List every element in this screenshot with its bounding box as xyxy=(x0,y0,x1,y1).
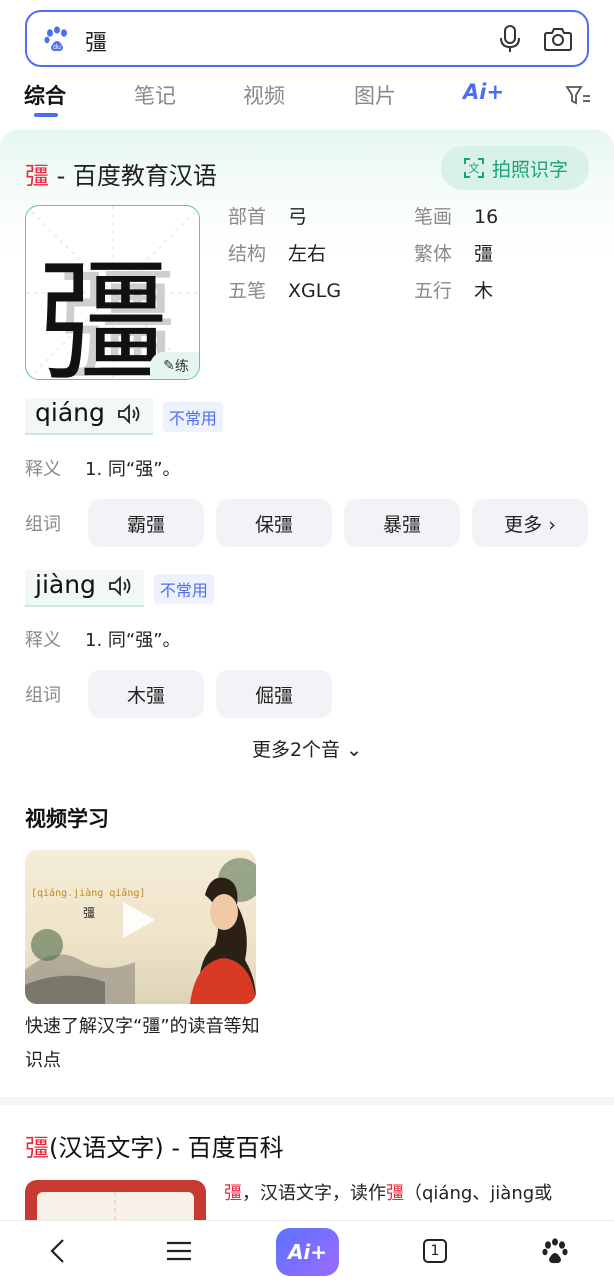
ai-assistant-button[interactable]: Ai+ xyxy=(276,1228,339,1276)
more-words-button[interactable]: 更多 › xyxy=(472,499,588,547)
card-title[interactable]: 彊 - 百度教育汉语 xyxy=(25,156,217,191)
tab-all[interactable]: 综合 xyxy=(24,80,66,110)
search-bar[interactable]: du 彊 xyxy=(25,10,589,67)
info-wuxing: 五行木 xyxy=(414,280,494,302)
photo-recognize-button[interactable]: 文 拍照识字 xyxy=(441,146,589,190)
svg-text:文: 文 xyxy=(468,161,479,175)
tab-images[interactable]: 图片 xyxy=(354,80,396,110)
info-radical: 部首弓 xyxy=(228,206,308,228)
info-traditional: 繁体彊 xyxy=(414,243,494,265)
tab-count: 1 xyxy=(430,1243,440,1259)
info-structure: 结构 左右 xyxy=(228,243,327,265)
character-glyph: 彊 xyxy=(38,246,170,380)
filter-icon[interactable] xyxy=(565,84,591,106)
video-scene xyxy=(25,858,256,1004)
word-chip[interactable]: 木彊 xyxy=(88,670,204,718)
video-char: 彊 xyxy=(83,906,96,920)
word-chip[interactable]: 霸彊 xyxy=(88,499,204,547)
menu-icon xyxy=(167,1241,191,1261)
baidu-paw-icon: du xyxy=(44,26,67,52)
baike-title[interactable]: 彊(汉语文字) - 百度百科 xyxy=(25,1128,284,1163)
bottom-nav: Ai+ 1 xyxy=(0,1220,614,1280)
baidu-paw-home-icon xyxy=(542,1238,568,1264)
tab-ai[interactable]: Ai+ xyxy=(463,80,504,104)
title-source: - 百度教育汉语 xyxy=(49,162,217,190)
video-section-title: 视频学习 xyxy=(25,807,109,831)
video-thumbnail[interactable]: [qiáng.jiàng qiǎng] 彊 xyxy=(25,850,256,1004)
word-chip[interactable]: 倔彊 xyxy=(216,670,332,718)
camera-icon[interactable] xyxy=(543,24,573,54)
practice-button[interactable]: ✎ 练 xyxy=(150,352,199,379)
microphone-icon[interactable] xyxy=(497,24,523,54)
tab-video[interactable]: 视频 xyxy=(243,80,285,110)
back-icon xyxy=(50,1239,64,1263)
title-char: 彊 xyxy=(25,162,49,190)
info-wubi: 五笔 XGLG xyxy=(228,280,342,302)
tabs-button[interactable]: 1 xyxy=(417,1233,453,1269)
character-writing-box[interactable]: 彊 彊 ✎ 练 xyxy=(25,205,200,380)
result-tabs: 综合 笔记 视频 图片 Ai+ xyxy=(0,80,614,120)
definition-row: 释义 1. 同“强”。 xyxy=(25,459,181,480)
word-chip[interactable]: 暴彊 xyxy=(344,499,460,547)
menu-button[interactable] xyxy=(161,1233,197,1269)
active-tab-indicator xyxy=(34,113,58,117)
tab-notes[interactable]: 笔记 xyxy=(134,80,176,110)
speaker-icon[interactable] xyxy=(108,575,134,597)
word-chip[interactable]: 保彊 xyxy=(216,499,332,547)
svg-text:du: du xyxy=(53,44,61,51)
info-strokes: 笔画 16 xyxy=(414,206,499,228)
video-pinyin: [qiáng.jiàng qiǎng] xyxy=(31,888,146,899)
scan-text-icon: 文 xyxy=(463,158,484,178)
dictionary-card: 彊 - 百度教育汉语 文 拍照识字 彊 彊 ✎ 练 部首弓 笔画 16 结构 左右 繁… xyxy=(0,130,614,1095)
back-button[interactable] xyxy=(40,1233,76,1269)
pinyin-text: qiáng xyxy=(25,398,153,435)
photo-recognize-label: 拍照识字 xyxy=(491,158,568,181)
pencil-icon: ✎ xyxy=(163,358,175,374)
pinyin-text: jiàng xyxy=(25,570,144,607)
rare-badge: 不常用 xyxy=(153,573,214,604)
practice-label: 练 xyxy=(174,359,189,375)
baike-snippet: 彊，汉语文字，读作彊（qiáng、jiàng或 xyxy=(224,1183,553,1204)
home-button[interactable] xyxy=(537,1233,573,1269)
speaker-icon[interactable] xyxy=(117,403,143,425)
more-readings-button[interactable]: 更多2个音 ⌄ xyxy=(0,735,614,762)
reading-jiang: jiàng 不常用 xyxy=(25,570,214,607)
search-input[interactable]: 彊 xyxy=(85,25,107,57)
video-caption[interactable]: 快速了解汉字“彊”的读音等知识点 xyxy=(25,1010,265,1078)
definition-row: 释义 1. 同“强”。 xyxy=(25,630,181,651)
section-divider xyxy=(0,1097,614,1105)
reading-qiang: qiáng 不常用 xyxy=(25,398,223,435)
rare-badge: 不常用 xyxy=(162,401,223,432)
